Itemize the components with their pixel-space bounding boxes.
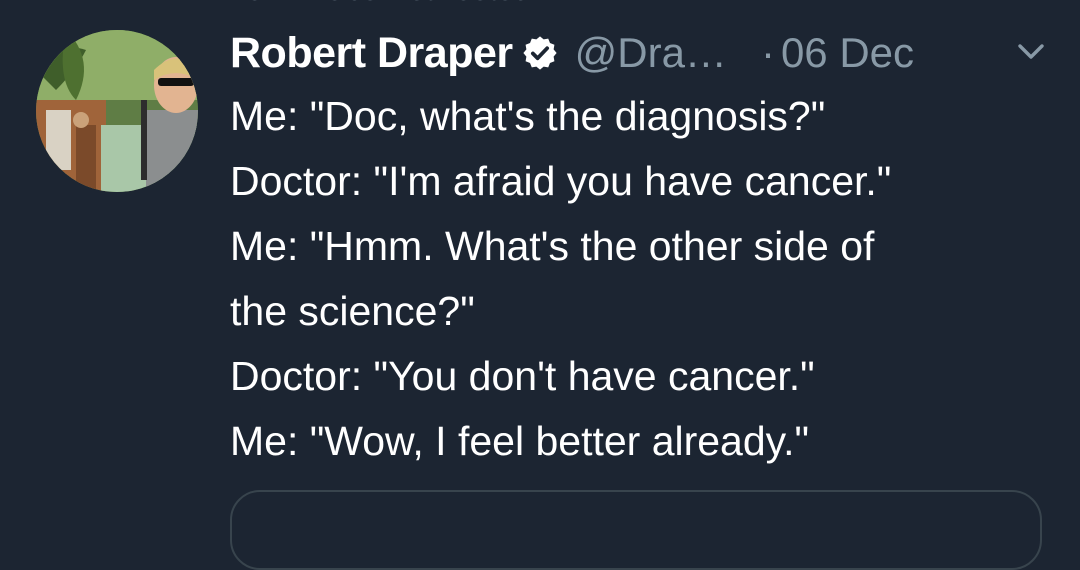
quoted-card[interactable] [230, 490, 1042, 570]
tweet-line: Me: "Hmm. What's the other side of [230, 223, 875, 269]
meta-separator: · [760, 29, 775, 76]
tweet-line: Me: "Doc, what's the diagnosis?" [230, 93, 826, 139]
retweet-context: Farm Babe Retweeted [230, 0, 530, 8]
display-name[interactable]: Robert Draper [230, 29, 513, 78]
tweet-header: Robert Draper @Dra… · 06 Dec [230, 26, 1050, 80]
avatar-photo [36, 30, 198, 192]
tweet-text: Me: "Doc, what's the diagnosis?" Doctor:… [230, 84, 1060, 474]
avatar[interactable] [36, 30, 198, 192]
tweet-line: Me: "Wow, I feel better already." [230, 418, 810, 464]
tweet-line: Doctor: "You don't have cancer." [230, 353, 815, 399]
author-handle[interactable]: @Dra… [575, 29, 727, 77]
tweet-line: the science?" [230, 288, 475, 334]
tweet-timestamp[interactable]: 06 Dec [781, 29, 914, 77]
chevron-down-icon[interactable] [1016, 40, 1046, 64]
verified-badge-icon [521, 34, 559, 72]
tweet-line: Doctor: "I'm afraid you have cancer." [230, 158, 892, 204]
